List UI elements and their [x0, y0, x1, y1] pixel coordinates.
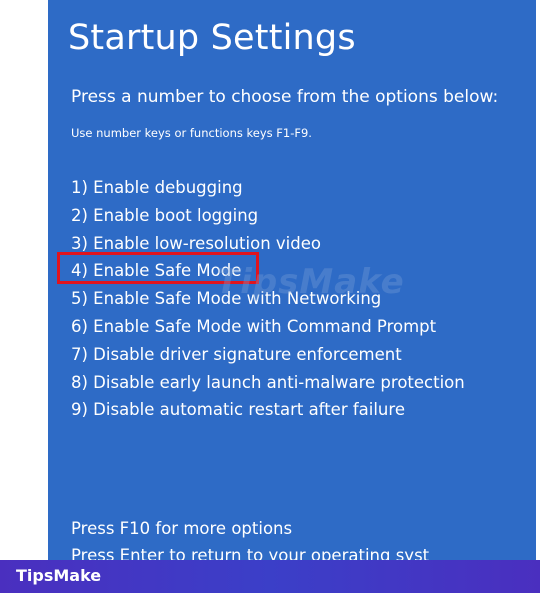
screenshot-frame: Startup Settings Press a number to choos… — [0, 0, 540, 593]
option-disable-automatic-restart[interactable]: 9) Disable automatic restart after failu… — [71, 398, 465, 426]
option-disable-driver-signature[interactable]: 7) Disable driver signature enforcement — [71, 343, 465, 371]
page-title: Startup Settings — [68, 18, 356, 58]
option-enable-safe-mode[interactable]: 4) Enable Safe Mode — [71, 259, 465, 287]
option-enable-low-resolution-video[interactable]: 3) Enable low-resolution video — [71, 232, 465, 260]
startup-settings-screen: Startup Settings Press a number to choos… — [48, 0, 536, 560]
option-enable-debugging[interactable]: 1) Enable debugging — [71, 176, 465, 204]
instructions-text: Press a number to choose from the option… — [71, 87, 499, 107]
option-enable-safe-mode-command-prompt[interactable]: 6) Enable Safe Mode with Command Prompt — [71, 315, 465, 343]
startup-options-list: 1) Enable debugging 2) Enable boot loggi… — [71, 176, 465, 426]
option-enable-safe-mode-networking[interactable]: 5) Enable Safe Mode with Networking — [71, 287, 465, 315]
option-enable-boot-logging[interactable]: 2) Enable boot logging — [71, 204, 465, 232]
more-options-text: Press F10 for more options — [71, 519, 293, 538]
brand-logo: TipsMake — [16, 566, 102, 585]
option-disable-early-launch-antimalware[interactable]: 8) Disable early launch anti-malware pro… — [71, 371, 465, 399]
return-to-os-text: Press Enter to return to your operating … — [71, 546, 430, 560]
brand-footer-bar: TipsMake — [0, 560, 540, 593]
key-hint-text: Use number keys or functions keys F1-F9. — [71, 126, 312, 140]
